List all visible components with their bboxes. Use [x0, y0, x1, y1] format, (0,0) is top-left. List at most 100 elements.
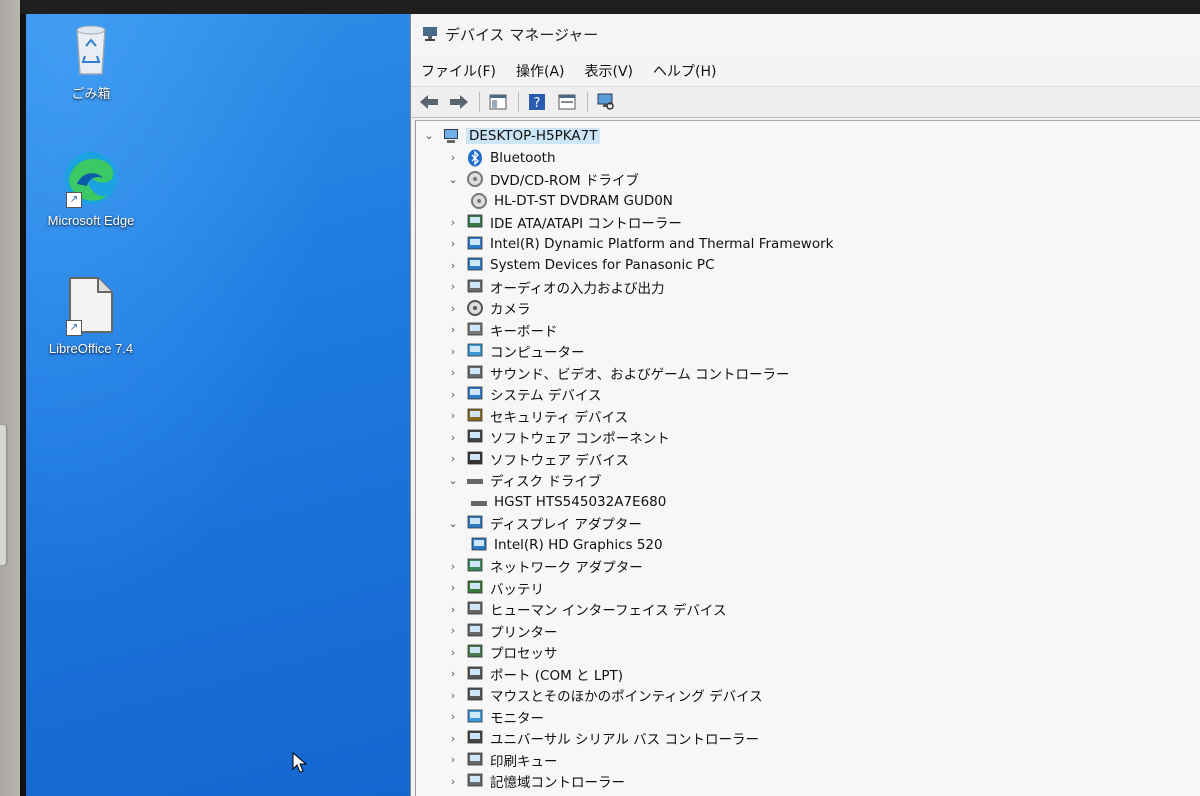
chevron-right-icon[interactable]: ›	[446, 732, 460, 745]
tree-category-item[interactable]: › システム デバイス	[446, 384, 601, 405]
chevron-down-icon[interactable]: ⌄	[422, 129, 436, 142]
tree-item-label: キーボード	[490, 323, 558, 340]
tree-category-item[interactable]: › 記憶域コントローラー	[446, 771, 625, 792]
chevron-right-icon[interactable]: ›	[446, 624, 460, 637]
tree-category-item[interactable]: › ヒューマン インターフェイス デバイス	[446, 599, 726, 620]
chevron-right-icon[interactable]: ›	[446, 388, 460, 401]
chevron-down-icon[interactable]: ⌄	[446, 517, 460, 530]
tree-category-item[interactable]: › モニター	[446, 706, 544, 727]
tree-device-item[interactable]: HGST HTS545032A7E680	[470, 491, 666, 512]
tree-category-item[interactable]: › System Devices for Panasonic PC	[446, 255, 715, 276]
chevron-right-icon[interactable]: ›	[446, 603, 460, 616]
chevron-right-icon[interactable]: ›	[446, 366, 460, 379]
tree-category-item[interactable]: › キーボード	[446, 319, 558, 340]
chevron-right-icon[interactable]: ›	[446, 753, 460, 766]
chevron-right-icon[interactable]: ›	[446, 151, 460, 164]
recycle-bin-shortcut[interactable]: ごみ箱	[36, 22, 146, 102]
tree-device-item[interactable]: HL-DT-ST DVDRAM GUD0N	[470, 190, 673, 211]
toolbar-separator	[479, 92, 480, 112]
edge-shortcut[interactable]: ↗ Microsoft Edge	[36, 150, 146, 228]
chevron-right-icon[interactable]: ›	[446, 775, 460, 788]
computer-icon	[444, 128, 458, 143]
tree-category-item[interactable]: › 印刷キュー	[446, 749, 558, 770]
chevron-right-icon[interactable]: ›	[446, 259, 460, 272]
device-tree: ⌄ DESKTOP-H5PKA7T › Bluetooth ⌄ DVD/CD-ROM …	[415, 120, 1200, 796]
tree-category-item[interactable]: › マウスとそのほかのポインティング デバイス	[446, 685, 763, 706]
tree-device-item[interactable]: Intel(R) HD Graphics 520	[470, 534, 663, 555]
chevron-down-icon[interactable]: ⌄	[446, 474, 460, 487]
tree-category-item[interactable]: ⌄ ディスク ドライブ	[446, 470, 601, 491]
speaker-icon	[467, 365, 483, 378]
chevron-right-icon[interactable]: ›	[446, 302, 460, 315]
chevron-right-icon[interactable]: ›	[446, 581, 460, 594]
tree-category-item[interactable]: › ソフトウェア デバイス	[446, 448, 629, 469]
computer-icon	[467, 343, 483, 357]
arrow-right-icon	[450, 95, 468, 109]
chevron-down-icon[interactable]: ⌄	[446, 173, 460, 186]
chevron-right-icon[interactable]: ›	[446, 431, 460, 444]
monitor-side-button	[0, 425, 6, 565]
tree-category-item[interactable]: › ソフトウェア コンポーネント	[446, 427, 670, 448]
tree-category-item[interactable]: ⌄ ディスプレイ アダプター	[446, 513, 642, 534]
tree-item-label: モニター	[490, 710, 544, 727]
tree-category-item[interactable]: › セキュリティ デバイス	[446, 405, 628, 426]
tree-item-label: 印刷キュー	[490, 753, 558, 770]
tree-category-item[interactable]: › サウンド、ビデオ、およびゲーム コントローラー	[446, 362, 790, 383]
tree-category-item[interactable]: › コンピューター	[446, 341, 585, 362]
menu-help[interactable]: ヘルプ(H)	[653, 61, 716, 81]
scan-hardware-button[interactable]	[594, 91, 618, 113]
edge-label: Microsoft Edge	[47, 213, 135, 228]
tree-category-item[interactable]: › バッテリ	[446, 577, 544, 598]
tree-category-item[interactable]: › カメラ	[446, 298, 531, 319]
device-manager-icon	[423, 27, 437, 41]
chevron-right-icon[interactable]: ›	[446, 409, 460, 422]
tree-item-label: マウスとそのほかのポインティング デバイス	[490, 689, 763, 705]
chevron-right-icon[interactable]: ›	[446, 646, 460, 659]
tree-category-item[interactable]: ⌄ DVD/CD-ROM ドライブ	[446, 169, 639, 190]
tree-category-item[interactable]: › プリンター	[446, 620, 558, 641]
system-device-icon	[467, 386, 483, 400]
display-adapter-icon	[467, 515, 483, 529]
recycle-bin-label: ごみ箱	[71, 86, 111, 101]
chevron-right-icon[interactable]: ›	[446, 667, 460, 680]
battery-icon	[467, 580, 483, 593]
chevron-right-icon[interactable]: ›	[446, 689, 460, 702]
chevron-right-icon[interactable]: ›	[446, 237, 460, 250]
tree-category-item[interactable]: › Intel(R) Dynamic Platform and Thermal F…	[446, 233, 834, 254]
menu-action[interactable]: 操作(A)	[516, 61, 565, 81]
chevron-right-icon[interactable]: ›	[446, 323, 460, 336]
menu-file[interactable]: ファイル(F)	[421, 61, 496, 81]
chevron-right-icon[interactable]: ›	[446, 280, 460, 293]
tree-item-label: ユニバーサル シリアル バス コントローラー	[490, 732, 759, 748]
tree-item-label: ディスプレイ アダプター	[490, 517, 642, 533]
tree-item-label: コンピューター	[490, 345, 585, 361]
menu-view[interactable]: 表示(V)	[585, 61, 634, 81]
show-hide-console-tree-button[interactable]	[486, 91, 510, 113]
keyboard-icon	[467, 322, 483, 335]
chevron-right-icon[interactable]: ›	[446, 560, 460, 573]
tree-category-item[interactable]: › ネットワーク アダプター	[446, 556, 643, 577]
software-component-icon	[467, 429, 483, 443]
tree-category-item[interactable]: › Bluetooth	[446, 147, 556, 168]
properties-button[interactable]	[555, 91, 579, 113]
tree-category-item[interactable]: › プロセッサ	[446, 642, 558, 663]
title-bar[interactable]: デバイス マネージャー	[411, 12, 1200, 56]
libreoffice-shortcut[interactable]: ↗ LibreOffice 7.4	[36, 276, 146, 356]
disk-drive-icon	[467, 479, 483, 484]
toolbar-separator	[518, 92, 519, 112]
tree-item-label: Intel(R) HD Graphics 520	[494, 536, 663, 553]
chevron-right-icon[interactable]: ›	[446, 452, 460, 465]
tree-category-item[interactable]: › ポート (COM と LPT)	[446, 663, 623, 684]
tree-category-item[interactable]: › ユニバーサル シリアル バス コントローラー	[446, 728, 759, 749]
back-button[interactable]	[417, 91, 441, 113]
tree-root[interactable]: ⌄ DESKTOP-H5PKA7T	[422, 125, 601, 146]
chevron-right-icon[interactable]: ›	[446, 710, 460, 723]
dvd-drive-icon	[467, 171, 483, 187]
tree-category-item[interactable]: › オーディオの入力および出力	[446, 276, 665, 297]
chevron-right-icon[interactable]: ›	[446, 345, 460, 358]
chevron-right-icon[interactable]: ›	[446, 216, 460, 229]
help-button[interactable]: ?	[525, 91, 549, 113]
forward-button[interactable]	[447, 91, 471, 113]
tree-item-label: ソフトウェア コンポーネント	[490, 431, 670, 447]
tree-category-item[interactable]: › IDE ATA/ATAPI コントローラー	[446, 212, 682, 233]
